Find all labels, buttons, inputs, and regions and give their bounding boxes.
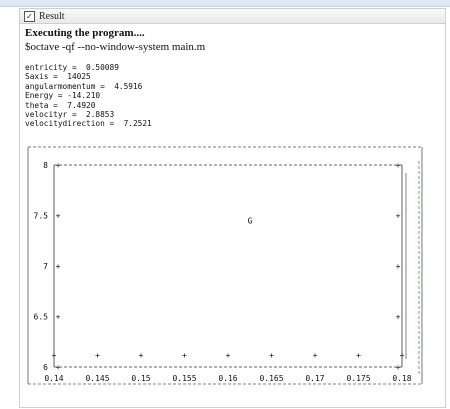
plot-ticks: + + + + + + + + + + + + + + + + + + + (52, 161, 405, 372)
ascii-plot: + + + + + + + + ++ ++ ++ ++ ++ + 0.14 0.145 0.15 0.155 0.… (27, 146, 423, 385)
y-tick-mark-right: + (396, 161, 401, 170)
x-tick-mark-bottom: + (95, 351, 100, 360)
plot-frame (27, 146, 423, 385)
x-tick-label: 0.165 (259, 374, 283, 383)
y-tick-mark-left: + (56, 262, 61, 271)
y-tick-mark-left: + (56, 161, 61, 170)
x-tick-mark-bottom: + (400, 351, 405, 360)
x-tick-mark-bottom: + (313, 351, 318, 360)
y-tick-mark-right: + (396, 363, 401, 372)
x-tick-label: 0.155 (172, 374, 196, 383)
y-tick-label: 6.5 (34, 313, 49, 322)
y-tick-mark-left: + (56, 212, 61, 221)
x-tick-mark-bottom: + (356, 351, 361, 360)
y-tick-mark-right: + (396, 262, 401, 271)
y-tick-mark-left: + (56, 363, 61, 372)
x-tick-label: 0.14 (44, 374, 63, 383)
plot-tick-labels: 0.14 0.145 0.15 0.155 0.16 0.165 0.17 0.175 0.18… (34, 161, 412, 383)
x-tick-label: 0.17 (305, 374, 324, 383)
x-tick-mark-bottom: + (52, 351, 57, 360)
y-tick-label: 8 (43, 161, 48, 170)
x-tick-label: 0.175 (346, 374, 370, 383)
y-tick-mark-right: + (396, 313, 401, 322)
plot-marker-g: G (248, 217, 253, 226)
y-tick-mark-right: + (396, 212, 401, 221)
x-tick-label: 0.145 (85, 374, 109, 383)
x-tick-label: 0.15 (131, 374, 150, 383)
x-tick-mark-bottom: + (139, 351, 144, 360)
x-tick-mark-bottom: + (226, 351, 231, 360)
x-tick-label: 0.18 (392, 374, 411, 383)
x-tick-label: 0.16 (218, 374, 237, 383)
y-tick-label: 6 (43, 363, 48, 372)
y-tick-mark-left: + (56, 313, 61, 322)
y-tick-label: 7 (43, 262, 48, 271)
y-tick-label: 7.5 (34, 212, 49, 221)
x-tick-mark-bottom: + (182, 351, 187, 360)
x-tick-mark-bottom: + (269, 351, 274, 360)
